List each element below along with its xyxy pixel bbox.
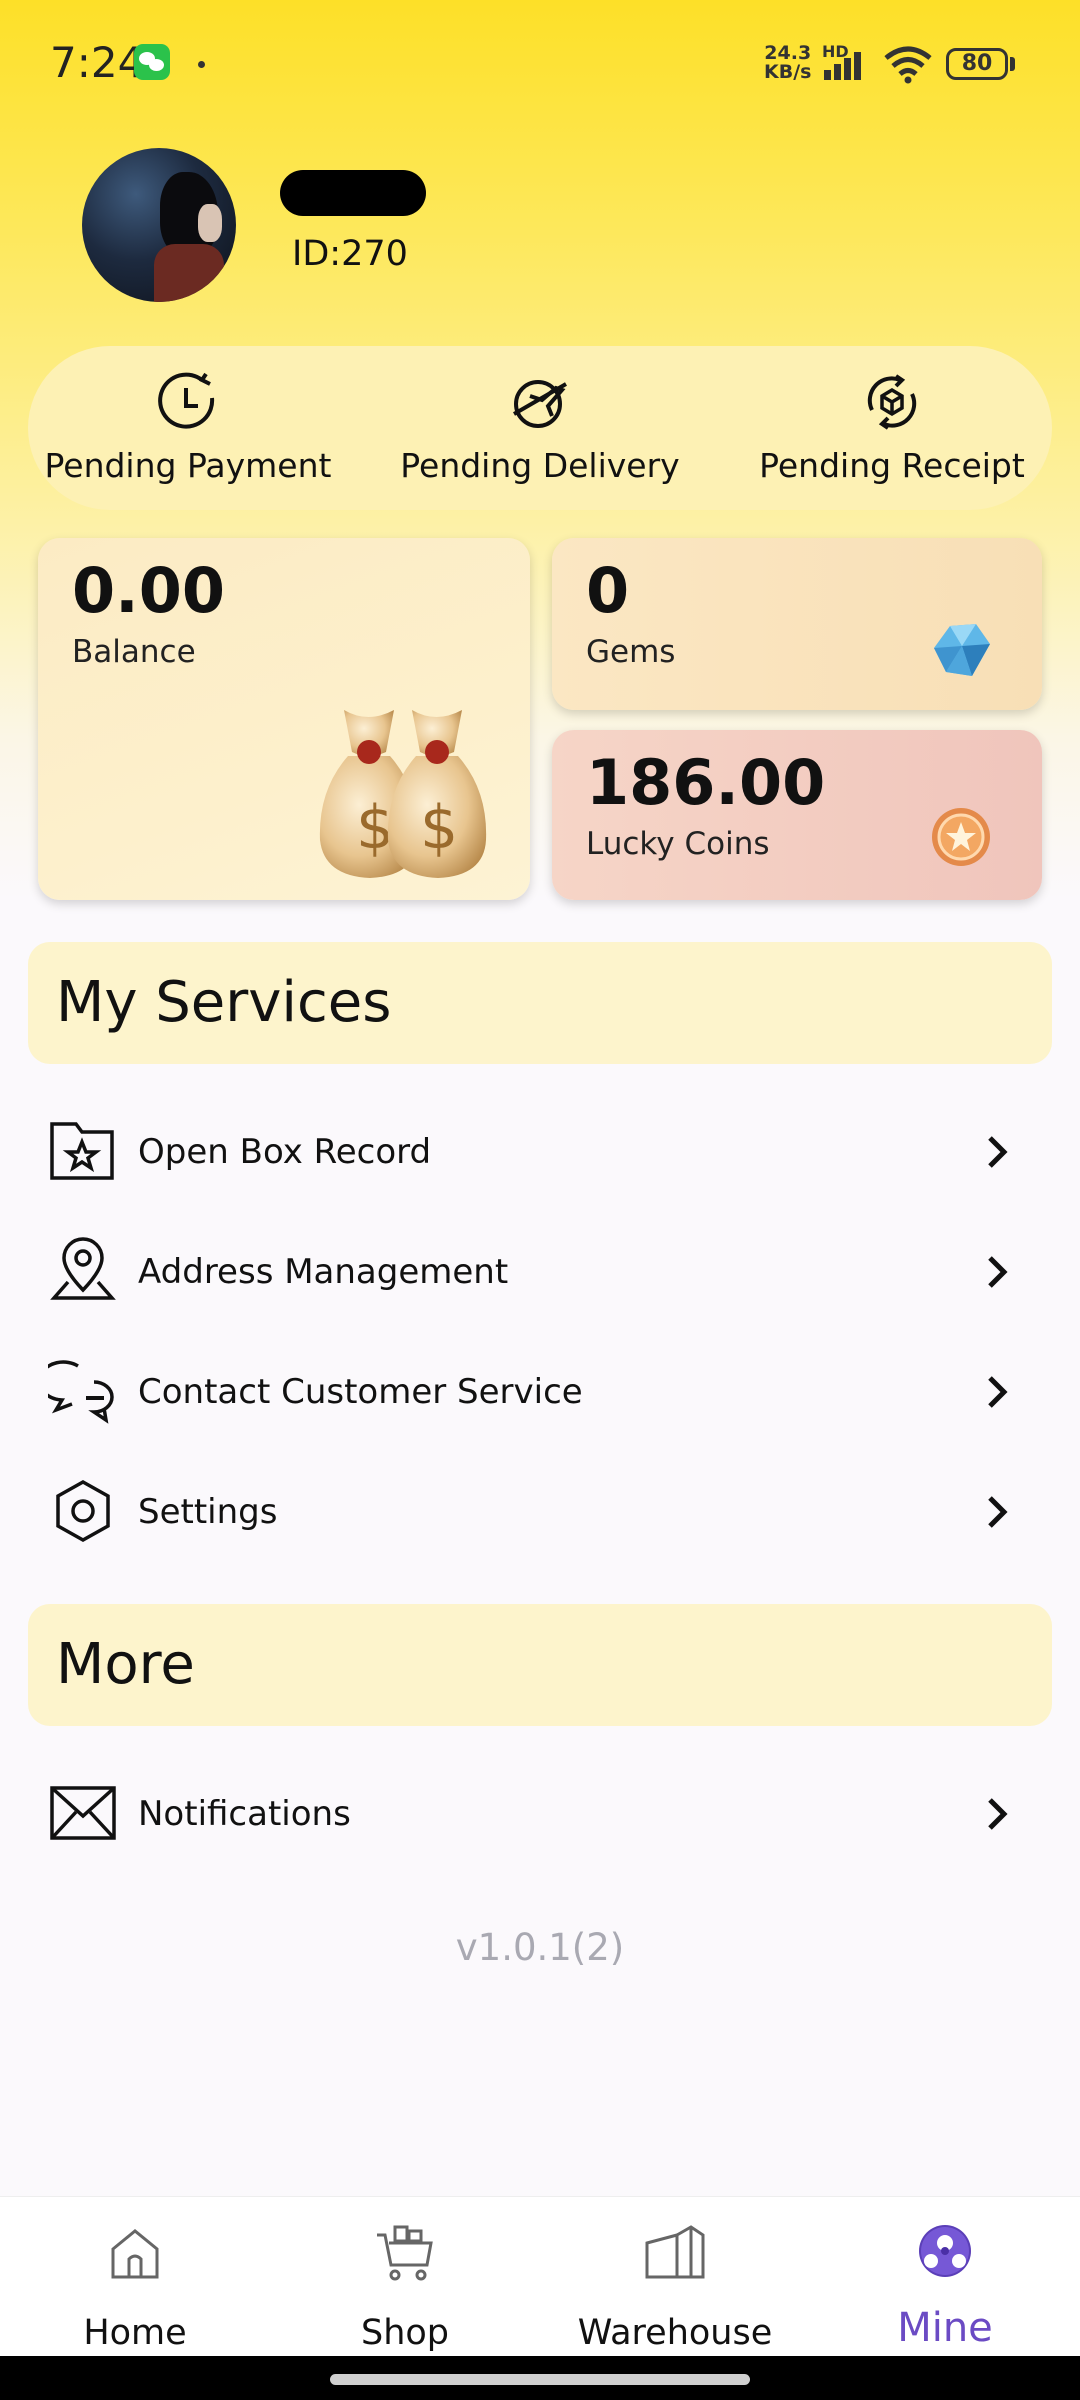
signal-icon: [824, 52, 861, 80]
cart-icon: [377, 2225, 433, 2281]
settings-row[interactable]: Settings: [0, 1462, 1080, 1562]
nav-home-label: Home: [83, 2313, 187, 2353]
gems-card[interactable]: 0 Gems: [552, 538, 1042, 710]
battery-icon: 80: [946, 48, 1008, 80]
balance-card[interactable]: 0.00 Balance $ $: [38, 538, 530, 900]
svg-text:$: $: [420, 793, 458, 863]
nav-warehouse[interactable]: Warehouse: [540, 2197, 810, 2357]
pending-delivery-button[interactable]: Pending Delivery: [390, 346, 690, 510]
settings-label: Settings: [138, 1492, 278, 1532]
balance-label: Balance: [72, 634, 196, 670]
username-redacted: [280, 170, 426, 216]
more-header: More: [28, 1604, 1052, 1726]
open-box-record-row[interactable]: Open Box Record: [0, 1102, 1080, 1202]
network-speed-unit: KB/s: [764, 61, 812, 83]
avatar-armor: [154, 244, 224, 302]
open-box-record-label: Open Box Record: [138, 1132, 432, 1172]
folder-star-icon: [50, 1122, 114, 1180]
status-bar: 7:24 24.3 KB/s HD 80: [0, 0, 1080, 128]
chevron-right-icon: [988, 1496, 1008, 1528]
pending-receipt-label: Pending Receipt: [759, 446, 1025, 485]
order-status-bar: Pending Payment Pending Delivery Pending…: [28, 346, 1052, 510]
network-speed: 24.3 KB/s: [764, 44, 811, 82]
address-management-label: Address Management: [138, 1252, 509, 1292]
nav-mine-label: Mine: [897, 2305, 993, 2351]
envelope-icon: [50, 1786, 116, 1840]
pending-delivery-label: Pending Delivery: [400, 446, 680, 485]
wifi-icon: [884, 46, 932, 84]
location-pin-icon: [50, 1237, 116, 1300]
chat-icon: [48, 1360, 114, 1424]
coin-icon: [932, 808, 990, 866]
chevron-right-icon: [988, 1136, 1008, 1168]
pending-receipt-button[interactable]: Pending Receipt: [742, 346, 1042, 510]
notifications-label: Notifications: [138, 1794, 351, 1834]
lucky-coins-card[interactable]: 186.00 Lucky Coins: [552, 730, 1042, 900]
pending-payment-label: Pending Payment: [44, 446, 332, 485]
more-notifications-dot-icon: [198, 61, 205, 68]
status-time: 7:24: [50, 38, 145, 87]
warehouse-icon: [645, 2225, 705, 2279]
more-title: More: [56, 1632, 195, 1697]
chevron-right-icon: [988, 1376, 1008, 1408]
battery-tip: [1010, 57, 1015, 71]
money-bags-icon: $ $: [319, 710, 487, 878]
notifications-row[interactable]: Notifications: [0, 1764, 1080, 1864]
nav-shop-label: Shop: [360, 2313, 450, 2353]
home-indicator[interactable]: [330, 2374, 750, 2385]
gear-icon: [56, 1479, 110, 1543]
avatar[interactable]: [82, 148, 236, 302]
clock-icon: [158, 372, 215, 429]
balance-value: 0.00: [72, 554, 225, 627]
my-services-title: My Services: [56, 970, 392, 1035]
box-cycle-icon: [867, 374, 917, 430]
address-management-row[interactable]: Address Management: [0, 1222, 1080, 1322]
contact-customer-service-row[interactable]: Contact Customer Service: [0, 1342, 1080, 1442]
avatar-face: [198, 204, 222, 242]
chevron-right-icon: [988, 1798, 1008, 1830]
nav-mine[interactable]: Mine: [810, 2197, 1080, 2357]
app-version: v1.0.1(2): [455, 1926, 625, 1969]
nav-warehouse-label: Warehouse: [577, 2313, 773, 2353]
gem-icon: [934, 624, 990, 676]
user-id: ID:270: [292, 234, 408, 274]
nav-home[interactable]: Home: [0, 2197, 270, 2357]
lucky-coins-label: Lucky Coins: [586, 826, 770, 862]
battery-level: 80: [961, 51, 993, 76]
bottom-nav: Home Shop Warehouse Mine: [0, 2196, 1080, 2357]
wechat-notification-icon: [134, 44, 170, 80]
ball-icon: [919, 2225, 971, 2277]
gems-label: Gems: [586, 634, 676, 670]
pending-payment-button[interactable]: Pending Payment: [38, 346, 338, 510]
home-icon: [111, 2229, 159, 2279]
contact-customer-service-label: Contact Customer Service: [138, 1372, 583, 1412]
gems-value: 0: [586, 554, 630, 627]
lucky-coins-value: 186.00: [586, 746, 826, 819]
my-services-header: My Services: [28, 942, 1052, 1064]
chevron-right-icon: [988, 1256, 1008, 1288]
nav-shop[interactable]: Shop: [270, 2197, 540, 2357]
plane-icon: [513, 380, 567, 428]
